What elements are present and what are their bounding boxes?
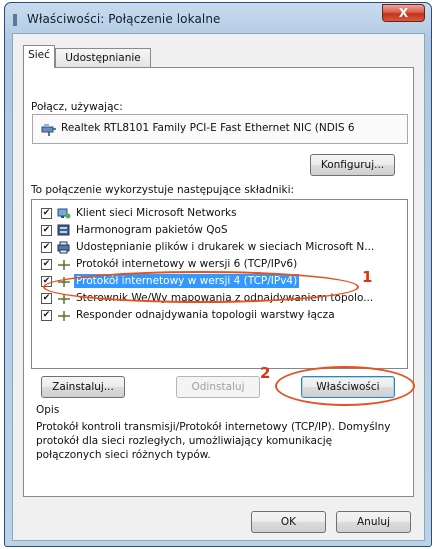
qos-scheduler-icon <box>57 224 70 236</box>
components-label: To połączenie wykorzystuje następujące s… <box>31 184 295 196</box>
protocol-icon <box>58 260 70 270</box>
protocol-icon <box>58 277 70 287</box>
protocol-icon <box>58 294 70 304</box>
properties-dialog: Właściwości: Połączenie lokalne X Sieć U… <box>4 2 432 547</box>
annotation-number-2: 2 <box>260 364 271 382</box>
tab-sharing[interactable]: Udostępnianie <box>55 48 151 68</box>
protocol-icon <box>58 311 70 321</box>
adapter-name: Realtek RTL8101 Family PCI-E Fast Ethern… <box>61 122 355 134</box>
component-label: Klient sieci Microsoft Networks <box>76 207 237 219</box>
component-label: Protokół internetowy w wersji 4 (TCP/IPv… <box>74 274 300 288</box>
component-checkbox[interactable]: ✔ <box>41 310 52 321</box>
component-label: Udostępnianie plików i drukarek w siecia… <box>76 241 375 253</box>
uninstall-button[interactable]: Odinstaluj <box>176 376 260 398</box>
list-item[interactable]: ✔ Protokół internetowy w wersji 6 (TCP/I… <box>32 256 407 274</box>
ok-button[interactable]: OK <box>251 511 326 533</box>
component-checkbox[interactable]: ✔ <box>41 242 52 253</box>
install-button[interactable]: Zainstaluj... <box>41 376 125 398</box>
description-text: Protokół kontroli transmisji/Protokół in… <box>36 421 391 461</box>
list-item[interactable]: ✔ Udostępnianie plików i drukarek w siec… <box>32 239 407 257</box>
network-client-icon <box>57 208 71 219</box>
component-label: Harmonogram pakietów QoS <box>76 224 228 236</box>
properties-button[interactable]: Właściwości <box>301 376 395 398</box>
title-bar[interactable]: Właściwości: Połączenie lokalne X <box>5 3 431 33</box>
tab-network[interactable]: Sieć <box>23 45 55 68</box>
components-list[interactable]: ✔ Klient sieci Microsoft Networks ✔ Harm… <box>31 199 408 369</box>
component-checkbox[interactable]: ✔ <box>41 276 52 287</box>
component-checkbox[interactable]: ✔ <box>41 225 52 236</box>
component-checkbox[interactable]: ✔ <box>41 208 52 219</box>
description-title: Opis <box>36 404 60 416</box>
list-item[interactable]: ✔ Responder odnajdywania topologii warst… <box>32 307 407 325</box>
component-label: Responder odnajdywania topologii warstwy… <box>76 309 335 321</box>
window-icon <box>13 14 17 26</box>
configure-button[interactable]: Konfiguruj... <box>310 154 395 176</box>
cancel-button[interactable]: Anuluj <box>336 511 411 533</box>
connect-using-label: Połącz, używając: <box>31 101 123 113</box>
window-title: Właściwości: Połączenie lokalne <box>27 12 221 26</box>
dialog-client-area: Sieć Udostępnianie Połącz, używając: Rea… <box>12 33 425 541</box>
component-label: Protokół internetowy w wersji 6 (TCP/IPv… <box>76 258 298 270</box>
adapter-box: Realtek RTL8101 Family PCI-E Fast Ethern… <box>32 114 408 144</box>
annotation-number-1: 1 <box>362 268 373 286</box>
file-printer-sharing-icon <box>57 241 70 254</box>
close-button[interactable]: X <box>382 4 425 22</box>
list-item-selected[interactable]: ✔ Protokół internetowy w wersji 4 (TCP/I… <box>32 273 407 291</box>
list-item[interactable]: ✔ Harmonogram pakietów QoS <box>32 222 407 240</box>
component-checkbox[interactable]: ✔ <box>41 259 52 270</box>
component-label: Sterownik We/Wy mapowania z odnajdywanie… <box>76 292 374 304</box>
list-item[interactable]: ✔ Sterownik We/Wy mapowania z odnajdywan… <box>32 290 407 308</box>
list-item[interactable]: ✔ Klient sieci Microsoft Networks <box>32 205 407 223</box>
component-checkbox[interactable]: ✔ <box>41 293 52 304</box>
network-adapter-icon <box>41 124 56 136</box>
